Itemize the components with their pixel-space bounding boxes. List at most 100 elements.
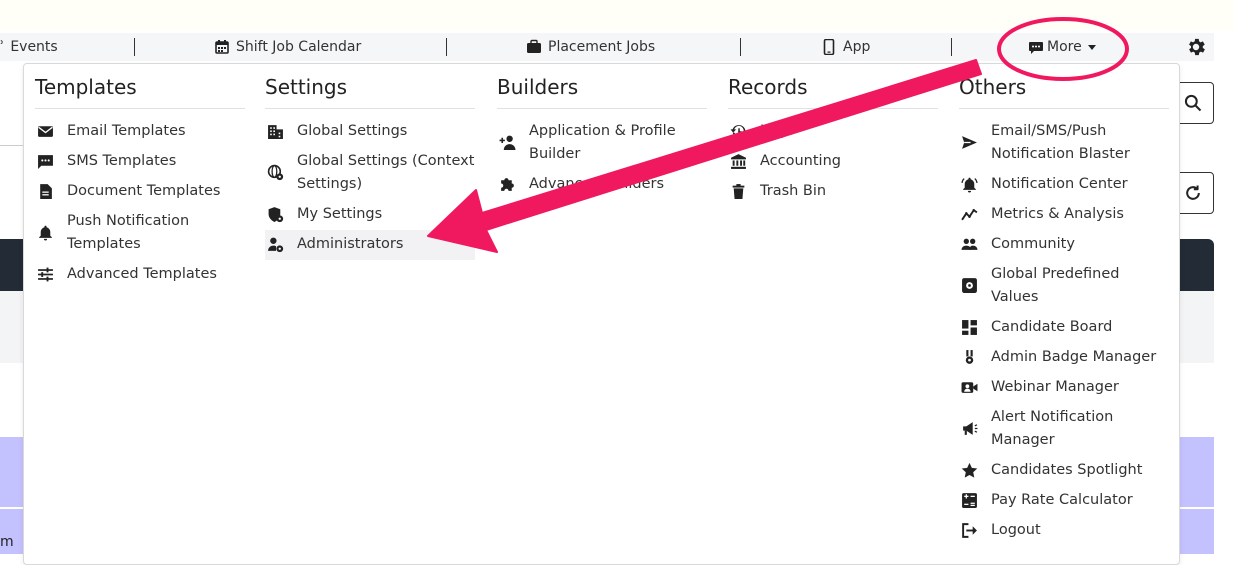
bell-icon	[35, 210, 67, 241]
menu-item-pay-rate-calculator[interactable]: Pay Rate Calculator	[959, 486, 1169, 516]
menu-item-label: Push Notification Templates	[67, 213, 190, 252]
search-icon	[1184, 94, 1202, 112]
megaphone-icon	[959, 406, 991, 437]
nav-app[interactable]: App	[821, 33, 870, 61]
menu-item-application-profile-builder[interactable]: Application & Profile Builder	[497, 117, 707, 170]
bell-ring-icon	[959, 173, 991, 193]
menu-item-label: Candidate Board	[991, 319, 1113, 335]
video-person-icon	[959, 376, 991, 396]
menu-item-global-predefined-values[interactable]: Global Predefined Values	[959, 260, 1169, 313]
calendar-icon	[215, 40, 229, 54]
menu-item-metrics-analysis[interactable]: Metrics & Analysis	[959, 200, 1169, 230]
menu-item-label: Trash Bin	[760, 183, 827, 199]
menu-item-sms-templates[interactable]: SMS Templates	[35, 147, 245, 177]
menu-item-label: Admin Badge Manager	[991, 349, 1157, 365]
menu-item-webinar-manager[interactable]: Webinar Manager	[959, 373, 1169, 403]
calculator-icon	[959, 489, 991, 509]
column-title: Templates	[35, 72, 245, 109]
menu-item-candidates-spotlight[interactable]: Candidates Spotlight	[959, 456, 1169, 486]
column-title: Records	[728, 72, 938, 109]
chart-line-icon	[959, 203, 991, 223]
menu-item-advanced-builders[interactable]: Advanced Builders	[497, 170, 707, 200]
menu-column-templates: Templates Email Templates SMS Templates …	[35, 72, 245, 290]
menu-item-label: My Settings	[297, 206, 383, 222]
menu-column-others: Others Email/SMS/Push Notification Blast…	[959, 72, 1169, 546]
menu-item-notification-center[interactable]: Notification Center	[959, 170, 1169, 200]
menu-item-trash-bin[interactable]: Trash Bin	[728, 177, 938, 207]
menu-item-label: Pay Rate Calculator	[991, 492, 1133, 508]
dashboard-icon	[959, 316, 991, 336]
column-title: Others	[959, 72, 1169, 109]
user-plus-icon	[497, 120, 529, 151]
nav-separator	[134, 38, 135, 56]
menu-item-label: Candidates Spotlight	[991, 462, 1143, 478]
bank-icon	[728, 150, 760, 170]
nav-more[interactable]: More	[1028, 33, 1096, 61]
settings-box-icon	[959, 263, 991, 294]
refresh-icon	[1186, 185, 1200, 200]
menu-item-email-templates[interactable]: Email Templates	[35, 117, 245, 147]
nav-events[interactable]: ʾ Events	[0, 33, 58, 61]
menu-item-community[interactable]: Community	[959, 230, 1169, 260]
gear-icon[interactable]	[1185, 36, 1207, 58]
menu-item-notification-blaster[interactable]: Email/SMS/Push Notification Blaster	[959, 117, 1169, 170]
puzzle-icon	[497, 173, 529, 193]
nav-separator	[446, 38, 447, 56]
shield-gear-icon	[265, 203, 297, 223]
menu-item-alert-notification-manager[interactable]: Alert Notification Manager	[959, 403, 1169, 456]
menu-item-label: Advanced Templates	[67, 266, 217, 282]
building-icon	[265, 120, 297, 140]
nav-placement-jobs-label: Placement Jobs	[548, 39, 656, 55]
menu-item-label: Global Settings (Context Settings)	[297, 153, 475, 192]
menu-item-global-settings[interactable]: Global Settings	[265, 117, 475, 147]
menu-item-advanced-templates[interactable]: Advanced Templates	[35, 260, 245, 290]
menu-item-document-templates[interactable]: Document Templates	[35, 177, 245, 207]
globe-gear-icon	[265, 150, 297, 181]
briefcase-icon	[527, 39, 541, 53]
menu-item-label: Accounting	[760, 153, 841, 169]
menu-item-label: Community	[991, 236, 1075, 252]
menu-item-label: Administrators	[297, 236, 404, 252]
menu-column-builders: Builders Application & Profile Builder A…	[497, 72, 707, 200]
menu-column-records: Records Logs Accounting Trash Bin	[728, 72, 938, 207]
menu-item-candidate-board[interactable]: Candidate Board	[959, 313, 1169, 343]
mobile-icon	[823, 39, 835, 55]
user-gear-icon	[265, 233, 297, 253]
menu-item-accounting[interactable]: Accounting	[728, 147, 938, 177]
menu-item-label: Webinar Manager	[991, 379, 1119, 395]
column-title: Settings	[265, 72, 475, 109]
menu-item-label: Document Templates	[67, 183, 221, 199]
menu-item-logs[interactable]: Logs	[728, 117, 938, 147]
nav-placement-jobs[interactable]: Placement Jobs	[526, 33, 655, 61]
logout-icon	[959, 519, 991, 539]
menu-item-label: Email Templates	[67, 123, 186, 139]
menu-item-label: Advanced Builders	[529, 176, 665, 192]
chat-bubble-icon	[1029, 42, 1043, 54]
history-icon	[728, 120, 760, 140]
nav-more-label: More	[1047, 39, 1082, 55]
sms-icon	[35, 150, 67, 170]
menu-item-admin-badge-manager[interactable]: Admin Badge Manager	[959, 343, 1169, 373]
menu-item-global-settings-context[interactable]: Global Settings (Context Settings)	[265, 147, 475, 200]
menu-item-push-notification-templates[interactable]: Push Notification Templates	[35, 207, 245, 260]
nav-separator	[951, 38, 952, 56]
menu-item-label: Logs	[760, 123, 794, 139]
background-divider	[0, 63, 24, 146]
nav-shift-job-calendar[interactable]: Shift Job Calendar	[214, 33, 361, 61]
star-icon	[959, 459, 991, 479]
menu-item-label: Email/SMS/Push Notification Blaster	[991, 123, 1130, 162]
menu-item-label: Alert Notification Manager	[991, 409, 1114, 448]
send-icon	[959, 120, 991, 151]
menu-item-label: Metrics & Analysis	[991, 206, 1124, 222]
top-strip	[0, 0, 1234, 30]
menu-item-administrators[interactable]: Administrators	[265, 230, 475, 260]
menu-item-label: Application & Profile Builder	[529, 123, 676, 162]
envelope-icon	[35, 120, 67, 140]
menu-item-my-settings[interactable]: My Settings	[265, 200, 475, 230]
sliders-icon	[35, 263, 67, 283]
document-icon	[35, 180, 67, 200]
nav-separator	[740, 38, 741, 56]
menu-item-label: Global Predefined Values	[991, 266, 1120, 305]
menu-item-logout[interactable]: Logout	[959, 516, 1169, 546]
people-icon	[959, 233, 991, 253]
